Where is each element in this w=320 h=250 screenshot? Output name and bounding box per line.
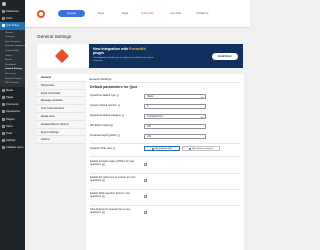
section-title: General Settings bbox=[89, 77, 112, 81]
field-label: Question Title view bbox=[90, 147, 112, 150]
user-icon bbox=[1, 124, 5, 128]
tab-test-customizations[interactable]: Test Customizations bbox=[37, 105, 86, 113]
quiz-maker-logo-icon bbox=[37, 10, 45, 18]
field-answer-reference: Enable the reference to answer for new q… bbox=[90, 176, 240, 188]
plug-icon bbox=[1, 117, 5, 121]
page-title: General Settings bbox=[37, 34, 72, 39]
funnelkit-logo-icon bbox=[54, 48, 70, 64]
radio-icon bbox=[189, 147, 192, 150]
radio-by-question-title[interactable]: By Question Title bbox=[144, 146, 180, 151]
settings-panel: General Settings Default parameters for … bbox=[86, 74, 244, 250]
docs-link[interactable]: Docs bbox=[98, 12, 104, 15]
field-label: Enable the reference to answer for new q… bbox=[90, 176, 136, 183]
sidebar-item-media[interactable]: Media bbox=[0, 87, 25, 94]
help-icon[interactable] bbox=[102, 179, 105, 182]
tab-export-settings[interactable]: Export Settings bbox=[37, 128, 86, 137]
field-label: Questions default type bbox=[90, 94, 116, 97]
sidebar-item-users[interactable]: Users bbox=[0, 123, 25, 130]
pin-icon bbox=[1, 17, 5, 21]
field-rolls-question: Enable Rolls question (list) for new que… bbox=[90, 192, 240, 204]
dashboard-icon bbox=[1, 10, 5, 14]
sidebar-item-settings[interactable]: Settings bbox=[0, 137, 25, 144]
live-chat-link[interactable]: Live Chat bbox=[170, 12, 181, 15]
help-icon[interactable] bbox=[112, 147, 116, 150]
question-type-select[interactable]: Radio bbox=[144, 94, 206, 99]
help-icon[interactable] bbox=[121, 114, 125, 117]
banner-subtitle: The integration will allow you to add yo… bbox=[93, 57, 154, 62]
contact-us-link[interactable]: Contact us bbox=[196, 12, 208, 15]
field-answer-number: Answer default number 3 bbox=[90, 104, 240, 113]
sidebar-item-quiz-maker[interactable]: Quiz Maker bbox=[0, 22, 25, 30]
wp-admin-sidebar: Dashboard Posts Quiz Maker Quizzes Quest… bbox=[0, 0, 25, 250]
sidebar-item-comments[interactable]: Comments bbox=[0, 101, 25, 108]
page-icon bbox=[1, 95, 5, 99]
tab-media-ease[interactable]: Media ease bbox=[37, 112, 86, 121]
brush-icon bbox=[1, 110, 5, 114]
field-label: Strip buttons for answers for a new ques… bbox=[90, 208, 131, 215]
collapse-icon bbox=[1, 146, 5, 150]
sidebar-item-collapse[interactable]: Collapse menu bbox=[0, 144, 25, 151]
wordpress-logo-icon[interactable] bbox=[0, 0, 25, 8]
field-label: Enable answers value (HTML) for new ques… bbox=[90, 160, 135, 167]
banner-logo-area bbox=[37, 44, 89, 68]
submenu-item-pro-features[interactable]: PRO Features bbox=[0, 81, 25, 86]
quiz-icon bbox=[1, 24, 5, 28]
field-label: Answer default number bbox=[90, 104, 117, 107]
field-question-title-view: Question Title view By Question Title By… bbox=[90, 146, 240, 156]
field-label: Enable Rolls question (list) for new que… bbox=[90, 192, 130, 199]
fieldset-title: Default parameters for Quiz bbox=[90, 85, 138, 89]
radio-icon bbox=[152, 147, 155, 150]
tab-detailed-report-options[interactable]: Detailed Report Options bbox=[37, 120, 86, 129]
help-icon[interactable] bbox=[102, 195, 105, 198]
strip-buttons-checkbox[interactable] bbox=[144, 211, 147, 214]
rolls-question-checkbox[interactable] bbox=[144, 195, 147, 198]
tab-extra-shortcodes[interactable]: Extra shortcodes bbox=[37, 89, 86, 98]
settings-tabs: General Shortcodes Extra shortcodes Mess… bbox=[37, 74, 86, 145]
sidebar-item-pages[interactable]: Pages bbox=[0, 94, 25, 101]
sliders-icon bbox=[1, 139, 5, 143]
textarea-height-input[interactable]: 100 bbox=[144, 134, 206, 139]
answers-html-checkbox[interactable] bbox=[144, 163, 147, 166]
field-question-category: Questions default category Uncategorized bbox=[90, 114, 240, 123]
ideas-link[interactable]: Ideas bbox=[122, 12, 128, 15]
comment-icon bbox=[1, 103, 5, 107]
answer-reference-checkbox[interactable] bbox=[144, 179, 147, 182]
help-icon[interactable] bbox=[110, 124, 113, 127]
radio-by-question-content[interactable]: By Question Content bbox=[182, 146, 220, 151]
help-icon[interactable] bbox=[102, 163, 105, 166]
tab-addons[interactable]: Addons bbox=[37, 136, 86, 145]
field-label: Textarea height (public) bbox=[90, 134, 117, 137]
quick-help-link[interactable]: Quick Help bbox=[141, 12, 154, 15]
banner-content: New Integration with FunnelKit plugin The… bbox=[89, 44, 243, 68]
integration-banner: New Integration with FunnelKit plugin The… bbox=[37, 44, 243, 68]
field-answers-html: Enable answers value (HTML) for new ques… bbox=[90, 160, 240, 172]
sidebar-item-appearance[interactable]: Appearance bbox=[0, 108, 25, 115]
wrench-icon bbox=[1, 131, 5, 135]
media-icon bbox=[1, 88, 5, 92]
field-question-type: Questions default type Radio bbox=[90, 94, 240, 103]
help-icon[interactable] bbox=[116, 94, 120, 97]
sidebar-item-posts[interactable]: Posts bbox=[0, 15, 25, 22]
sidebar-item-dashboard[interactable]: Dashboard bbox=[0, 8, 25, 15]
sidebar-item-plugins[interactable]: Plugins bbox=[0, 115, 25, 122]
help-icon[interactable] bbox=[117, 104, 121, 107]
question-category-select[interactable]: Uncategorized bbox=[144, 114, 206, 119]
field-textarea-height: Textarea height (public) 100 bbox=[90, 134, 240, 143]
answer-number-input[interactable]: 3 bbox=[144, 104, 206, 109]
help-icon[interactable] bbox=[117, 134, 121, 137]
banner-title: New Integration with FunnelKit plugin bbox=[93, 47, 146, 55]
install-now-button[interactable]: Install Now ! bbox=[212, 53, 238, 60]
field-label: WP Editor height bbox=[90, 124, 110, 127]
field-label: Questions default category bbox=[90, 114, 121, 117]
tab-shortcodes[interactable]: Shortcodes bbox=[37, 81, 86, 90]
tab-message-variables[interactable]: Message variables bbox=[37, 97, 86, 106]
upgrade-button[interactable]: Upgrade bbox=[58, 10, 85, 17]
help-icon[interactable] bbox=[102, 211, 105, 214]
editor-height-input[interactable]: 100 bbox=[144, 124, 206, 129]
sidebar-item-tools[interactable]: Tools bbox=[0, 130, 25, 137]
tab-general[interactable]: General bbox=[37, 74, 86, 82]
field-editor-height: WP Editor height 100 bbox=[90, 124, 240, 133]
quiz-maker-submenu: Quizzes Questions Quiz Categories Questi… bbox=[0, 29, 25, 87]
field-strip-buttons: Strip buttons for answers for a new ques… bbox=[90, 208, 240, 220]
